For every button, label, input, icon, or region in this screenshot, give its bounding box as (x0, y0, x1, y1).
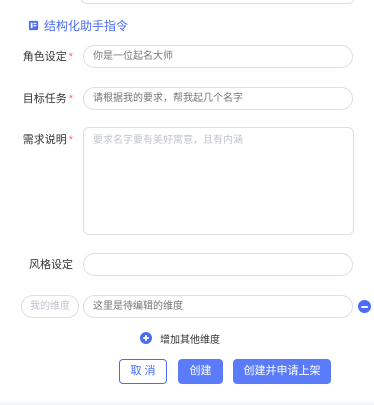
dimension-name-placeholder: 我的维度 (30, 301, 70, 312)
requirement-textarea[interactable]: 要求名字要有美好寓意，且有内涵 (83, 127, 354, 235)
dimension-value-input[interactable] (83, 295, 353, 318)
role-label-text: 角色设定 (22, 51, 67, 63)
goal-label: 目标任务 * (0, 92, 73, 106)
minus-icon (361, 305, 368, 308)
add-dimension-button[interactable]: 增加其他维度 (140, 331, 220, 346)
remove-dimension-button[interactable] (358, 300, 371, 313)
add-dimension-label: 增加其他维度 (160, 334, 220, 346)
section-header: 结构化助手指令 (28, 17, 128, 33)
create-button[interactable]: 创建 (178, 359, 223, 384)
footer-divider (0, 401, 374, 405)
book-icon (28, 20, 39, 30)
dimension-name-input[interactable]: 我的维度 (21, 295, 79, 318)
style-input[interactable] (83, 253, 353, 276)
create-and-publish-button[interactable]: 创建并申请上架 (233, 359, 331, 384)
goal-input[interactable] (83, 87, 353, 110)
style-label: 风格设定 (0, 258, 73, 272)
requirement-placeholder: 要求名字要有美好寓意，且有内涵 (93, 135, 243, 146)
goal-label-text: 目标任务 (22, 93, 67, 105)
role-input[interactable] (83, 45, 353, 68)
requirement-label-text: 需求说明 (22, 134, 67, 146)
role-label: 角色设定 * (0, 50, 73, 64)
style-label-text: 风格设定 (29, 259, 73, 271)
plus-circle-icon (140, 332, 152, 344)
requirement-label: 需求说明 * (0, 133, 73, 147)
required-mark: * (68, 51, 73, 63)
previous-field-edge (80, 0, 355, 4)
section-title: 结构化助手指令 (44, 18, 129, 33)
cancel-button[interactable]: 取 消 (119, 359, 167, 384)
required-mark: * (68, 93, 73, 105)
required-mark: * (68, 134, 73, 146)
